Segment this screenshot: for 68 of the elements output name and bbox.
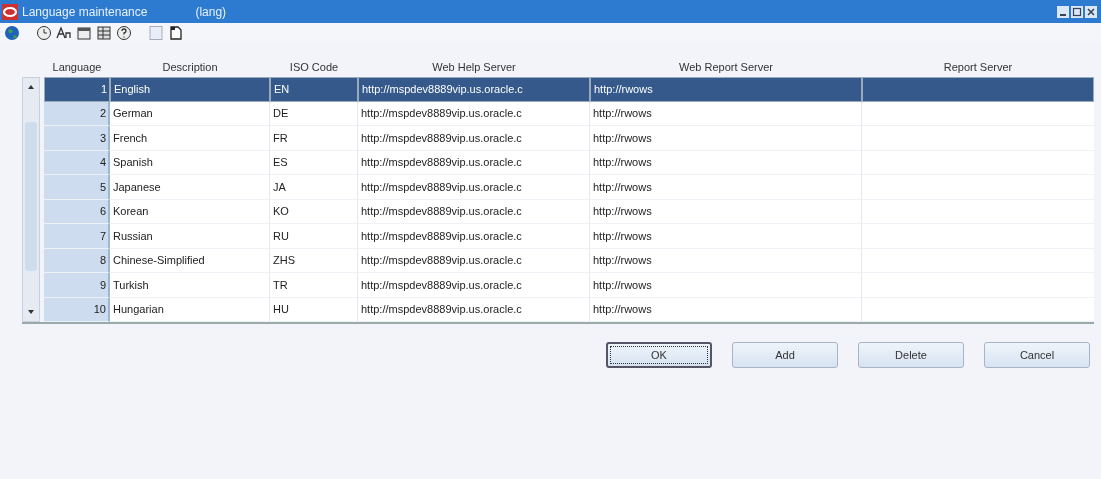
minimize-icon[interactable] [1057,5,1069,18]
scrollbar[interactable] [22,77,40,322]
table-cell: FR [270,126,358,151]
table-cell: Russian [110,224,270,249]
table-cell: TR [270,273,358,298]
clock-icon[interactable] [36,25,52,41]
column-header: Web Report Server [678,61,774,73]
table-icon[interactable] [96,25,112,41]
column-header: Web Help Server [431,61,517,73]
dialog-button[interactable]: Delete [858,342,964,368]
table-row[interactable]: 8 Chinese-Simplified ZHS http://mspdev8889vip.us.oracle.c http://rwows [44,248,1094,273]
maximize-icon[interactable] [1071,5,1083,18]
dialog-button[interactable]: Add [732,342,838,368]
table-cell: http://rwows [590,126,862,151]
table-cell: http://mspdev8889vip.us.oracle.c [358,224,590,249]
table-cell: http://rwows [590,273,862,298]
table-cell: http://rwows [590,175,862,200]
table-row[interactable]: 6 Korean KO http://mspdev8889vip.us.oracle.c http://rwows [44,199,1094,224]
column-header: Report Server [942,61,1014,73]
dialog-button[interactable]: Cancel [984,342,1090,368]
table-cell: 5 [44,175,110,200]
table-cell: 9 [44,273,110,298]
table-cell: 10 [44,297,110,322]
table-row[interactable]: 2 German DE http://mspdev8889vip.us.oracle.c http://rwows [44,101,1094,126]
table-cell: 6 [44,199,110,224]
table-cell: Turkish [110,273,270,298]
table-cell: http://mspdev8889vip.us.oracle.c [358,126,590,151]
table-row[interactable]: 10 Hungarian HU http://mspdev8889vip.us.oracle.c http://rwows [44,297,1094,322]
column-header: Description [161,61,219,73]
table-cell: Japanese [110,175,270,200]
table-cell: 1 [44,77,110,102]
document-icon[interactable] [168,25,184,41]
table-cell: 4 [44,150,110,175]
table-cell: 7 [44,224,110,249]
font-icon[interactable] [56,25,72,41]
table-row[interactable]: 1 English EN http://mspdev8889vip.us.oracle.c http://rwows [44,77,1094,102]
table-cell: RU [270,224,358,249]
window-title: Language maintenance [22,4,148,19]
window-subtitle: (lang) [195,4,227,19]
table-cell: http://rwows [590,77,862,102]
table-cell: French [110,126,270,151]
table-cell: 2 [44,101,110,126]
column-header: Language [51,61,103,73]
table-cell: http://mspdev8889vip.us.oracle.c [358,77,590,102]
table-cell: EN [270,77,358,102]
globe-icon[interactable] [4,25,20,41]
table-row[interactable]: 3 French FR http://mspdev8889vip.us.oracle.c http://rwows [44,126,1094,151]
app-logo-icon [2,3,18,20]
table-row[interactable]: 9 Turkish TR http://mspdev8889vip.us.oracle.c http://rwows [44,273,1094,298]
dialog-button[interactable]: OK [606,342,712,368]
table-cell: 8 [44,248,110,273]
table-cell: http://mspdev8889vip.us.oracle.c [358,273,590,298]
help-icon[interactable] [116,25,132,41]
table-row[interactable]: 4 Spanish ES http://mspdev8889vip.us.oracle.c http://rwows [44,150,1094,175]
table-row[interactable]: 5 Japanese JA http://mspdev8889vip.us.oracle.c http://rwows [44,175,1094,200]
table-cell: http://mspdev8889vip.us.oracle.c [358,297,590,322]
table-row[interactable]: 7 Russian RU http://mspdev8889vip.us.oracle.c http://rwows [44,224,1094,249]
table-cell: 3 [44,126,110,151]
table-cell: JA [270,175,358,200]
calendar-icon[interactable] [76,25,92,41]
table-cell: http://rwows [590,224,862,249]
table-cell: English [110,77,270,102]
table-cell: Hungarian [110,297,270,322]
table-cell: http://mspdev8889vip.us.oracle.c [358,175,590,200]
table-cell: HU [270,297,358,322]
close-icon[interactable] [1085,5,1097,18]
column-header: ISO Code [288,61,340,73]
table-cell: http://rwows [590,297,862,322]
